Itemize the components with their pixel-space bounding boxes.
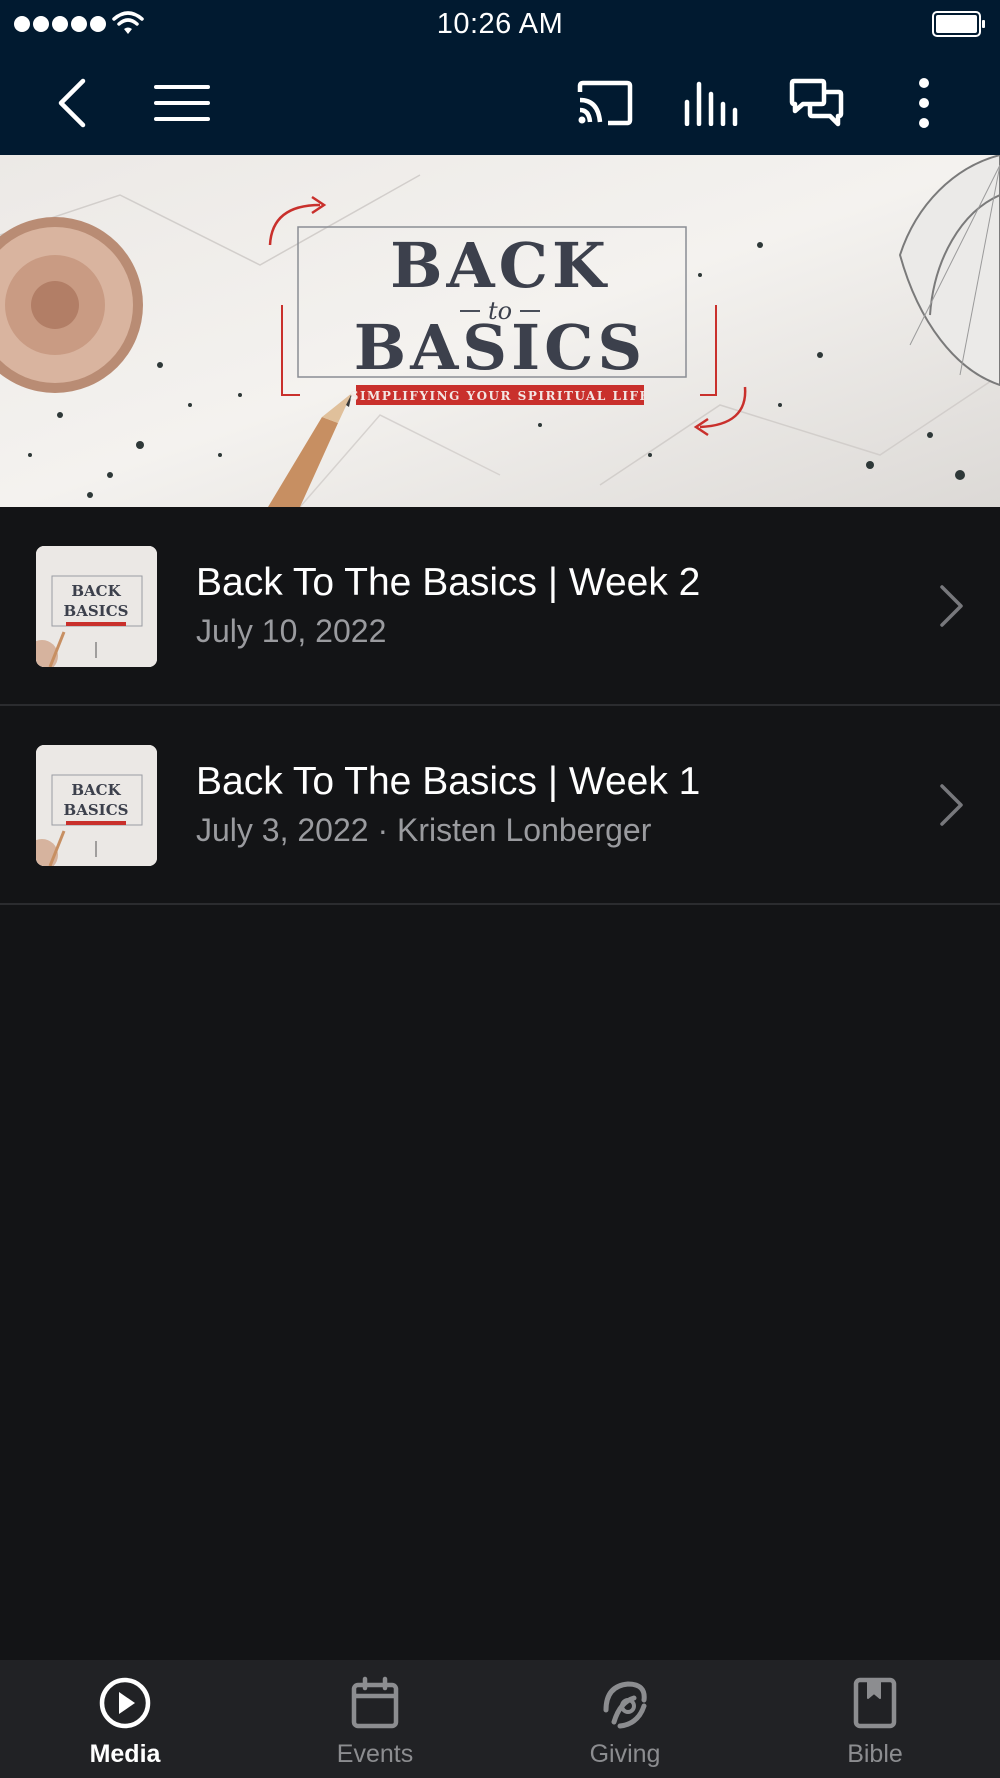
navigation-bar (0, 50, 1000, 155)
play-circle-icon (99, 1677, 151, 1729)
more-options-button[interactable] (889, 68, 959, 138)
battery-icon (932, 11, 985, 37)
cast-icon (577, 80, 633, 126)
chat-icon (789, 78, 844, 127)
svg-text:BACK: BACK (71, 582, 121, 600)
media-list: BACK BASICS Back To The Basics | Week 2 … (0, 507, 1000, 905)
banner-title-line3: BASICS (354, 311, 646, 384)
banner-tagline: SIMPLIFYING YOUR SPIRITUAL LIFE (350, 389, 650, 403)
menu-button[interactable] (147, 68, 217, 138)
svg-text:BACK: BACK (71, 781, 121, 799)
chat-button[interactable] (782, 68, 852, 138)
media-thumbnail: BACK BASICS (36, 546, 157, 667)
media-item-title: Back To The Basics | Week 1 (196, 760, 701, 803)
back-icon (58, 78, 86, 128)
more-icon (919, 78, 929, 128)
menu-icon (154, 85, 210, 121)
banner-title-line1: BACK (390, 229, 610, 302)
series-banner: BACK to BASICS SIMPLIFYING YOUR SPIRITUA… (0, 155, 1000, 507)
svg-text:BASICS: BASICS (64, 602, 129, 620)
bottom-tab-bar: Media Events Giving Bible (0, 1660, 1000, 1778)
media-item-subtitle: July 3, 2022 · Kristen Lonberger (196, 812, 652, 848)
status-bar: 10:26 AM (0, 0, 1000, 50)
media-item-title: Back To The Basics | Week 2 (196, 561, 701, 604)
book-icon (853, 1677, 897, 1729)
chevron-right-icon (940, 784, 963, 826)
status-time: 10:26 AM (436, 8, 564, 40)
media-list-item[interactable]: BACK BASICS Back To The Basics | Week 1 … (0, 706, 1000, 905)
media-thumbnail: BACK BASICS (36, 745, 157, 866)
tab-media[interactable]: Media (0, 1660, 250, 1778)
svg-text:BASICS: BASICS (64, 801, 129, 819)
media-list-item[interactable]: BACK BASICS Back To The Basics | Week 2 … (0, 507, 1000, 706)
back-button[interactable] (38, 68, 108, 138)
chevron-right-icon (940, 585, 963, 627)
giving-icon (603, 1681, 647, 1729)
tab-label: Giving (589, 1740, 661, 1768)
audio-button[interactable] (676, 68, 746, 138)
tab-label: Media (89, 1740, 161, 1768)
cast-button[interactable] (570, 68, 640, 138)
audio-bars-icon (684, 81, 738, 126)
tab-label: Bible (847, 1740, 903, 1768)
series-banner-art: BACK to BASICS SIMPLIFYING YOUR SPIRITUA… (0, 155, 1000, 507)
tab-bible[interactable]: Bible (750, 1660, 1000, 1778)
tab-label: Events (336, 1740, 414, 1768)
calendar-icon (351, 1676, 399, 1729)
media-item-subtitle: July 10, 2022 (196, 613, 387, 649)
tab-giving[interactable]: Giving (500, 1660, 750, 1778)
tab-events[interactable]: Events (250, 1660, 500, 1778)
app-screen: 10:26 AM BACK to BASICS SIMPLIFYING YOUR… (0, 0, 1000, 1778)
